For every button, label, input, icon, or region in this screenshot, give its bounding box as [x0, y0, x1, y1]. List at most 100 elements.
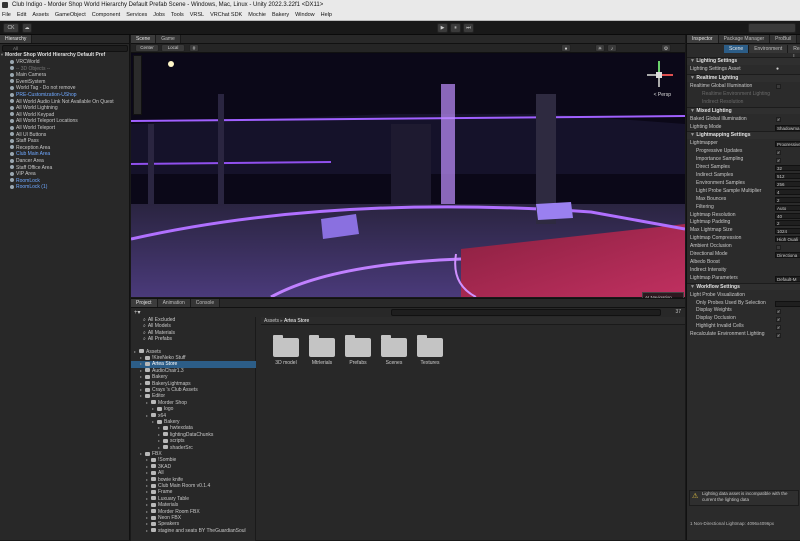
- menu-component[interactable]: Component: [92, 12, 120, 18]
- subtab-scene[interactable]: Scene: [724, 45, 750, 53]
- checkbox[interactable]: [776, 84, 781, 90]
- value-field[interactable]: 256: [775, 180, 800, 187]
- step-button[interactable]: ⏭: [463, 23, 474, 33]
- gizmos-icon[interactable]: ⚙: [661, 44, 671, 52]
- menu-vrsl[interactable]: VRSL: [190, 12, 204, 18]
- play-button[interactable]: ▶: [437, 23, 448, 33]
- pivot-local-dropdown[interactable]: Local: [161, 44, 185, 52]
- property-row[interactable]: Lightmap Padding 2: [687, 219, 800, 227]
- value-field[interactable]: [775, 300, 800, 307]
- light-icon[interactable]: ☀: [595, 44, 605, 52]
- hierarchy-item[interactable]: All World Teleport: [0, 125, 130, 132]
- subtab-realtime[interactable]: Realtime L: [788, 45, 800, 60]
- tab-game[interactable]: Game: [156, 35, 181, 43]
- property-row[interactable]: Light Probe Visualization: [687, 292, 800, 300]
- property-row[interactable]: Max Lightmap Size 1024: [687, 227, 800, 235]
- hierarchy-item[interactable]: World Tag - Do not remove: [0, 85, 130, 92]
- property-row[interactable]: Direct Samples 32: [687, 164, 800, 172]
- property-row[interactable]: Realtime Global Illumination: [687, 83, 800, 91]
- tab-probuilder[interactable]: ProBuil: [770, 35, 798, 43]
- section-header[interactable]: ▼ Lighting Settings: [687, 57, 800, 65]
- hierarchy-item[interactable]: EventSystem: [0, 79, 130, 86]
- menu-file[interactable]: File: [2, 12, 11, 18]
- folder-tree-item[interactable]: ▸ stagine and seats BY TheGuardianSoul: [131, 528, 256, 534]
- checkbox[interactable]: ✓: [776, 316, 781, 322]
- value-field[interactable]: High Quali: [775, 236, 800, 243]
- hierarchy-item[interactable]: All UI Buttons: [0, 132, 130, 139]
- value-field[interactable]: Shadowma: [775, 124, 800, 131]
- favorite-search-item[interactable]: ⌕ All Prefabs: [131, 336, 256, 342]
- value-field[interactable]: 2: [775, 196, 800, 203]
- property-row[interactable]: Indirect Resolution: [687, 99, 800, 107]
- menu-mochie[interactable]: Mochie: [248, 12, 266, 18]
- property-row[interactable]: Importance Sampling ✓: [687, 156, 800, 164]
- property-row[interactable]: Lightmap Compression High Quali: [687, 235, 800, 243]
- property-row[interactable]: Ambient Occlusion: [687, 243, 800, 251]
- checkbox[interactable]: ✓: [776, 332, 781, 338]
- value-field[interactable]: 40: [775, 212, 800, 219]
- value-text[interactable]: ●: [776, 66, 779, 74]
- hierarchy-item[interactable]: All World Lightning: [0, 105, 130, 112]
- scene-view[interactable]: Scene Game Center Local # ● ☀ ♪ ⚙ < Pers…: [131, 35, 685, 330]
- hierarchy-item[interactable]: Dancer Area: [0, 158, 130, 165]
- property-row[interactable]: Highlight Invalid Cells ✓: [687, 323, 800, 331]
- hierarchy-item[interactable]: -- 3D Objects --: [0, 66, 130, 73]
- property-row[interactable]: Indirect Samples 512: [687, 172, 800, 180]
- breadcrumb-artea-store[interactable]: Artea Store: [284, 318, 309, 324]
- tab-project[interactable]: Project: [131, 299, 158, 307]
- property-row[interactable]: Display Occlusion ✓: [687, 315, 800, 323]
- property-row[interactable]: Lightmap Parameters Default-M: [687, 275, 800, 283]
- hierarchy-item[interactable]: VRCWorld: [0, 59, 130, 66]
- checkbox[interactable]: ✓: [776, 149, 781, 155]
- value-field[interactable]: Auto: [775, 204, 800, 211]
- hierarchy-search-input[interactable]: All: [2, 45, 128, 52]
- property-row[interactable]: Environment Samples 256: [687, 180, 800, 188]
- property-row[interactable]: Lightmapper Progressive: [687, 140, 800, 148]
- property-row[interactable]: Lighting Mode Shadowma: [687, 124, 800, 132]
- property-row[interactable]: Recalculate Environment Lighting ✓: [687, 331, 800, 339]
- value-field[interactable]: 512: [775, 173, 800, 179]
- property-row[interactable]: Albedo Boost: [687, 259, 800, 267]
- tab-package-manager[interactable]: Package Manager: [718, 35, 771, 43]
- hierarchy-item[interactable]: RoomLock (1): [0, 184, 130, 191]
- checkbox[interactable]: ✓: [776, 157, 781, 163]
- pivot-center-dropdown[interactable]: Center: [135, 44, 159, 52]
- menu-assets[interactable]: Assets: [32, 12, 49, 18]
- menu-window[interactable]: Window: [295, 12, 315, 18]
- menu-tools[interactable]: Tools: [171, 12, 184, 18]
- hierarchy-item[interactable]: Main Camera: [0, 72, 130, 79]
- property-row[interactable]: Only Probes Used By Selection: [687, 300, 800, 308]
- shading-icon[interactable]: ●: [561, 44, 571, 52]
- hierarchy-item[interactable]: PRE-Customization-UShop: [0, 92, 130, 99]
- value-field[interactable]: 2: [775, 220, 800, 227]
- hierarchy-scene-root[interactable]: ▼Morder Shop World Hierarchy Default Pre…: [0, 52, 130, 59]
- hierarchy-item[interactable]: All World Keypad: [0, 112, 130, 119]
- menu-edit[interactable]: Edit: [17, 12, 26, 18]
- folder-item[interactable]: Scenes: [379, 334, 409, 366]
- pause-button[interactable]: ⏸: [450, 23, 461, 33]
- checkbox[interactable]: [776, 244, 781, 250]
- grid-icon[interactable]: #: [189, 44, 199, 52]
- section-header[interactable]: ▼ Realtime Lighting: [687, 73, 800, 82]
- value-field[interactable]: Default-M: [775, 275, 800, 282]
- value-field[interactable]: 1024: [775, 228, 800, 235]
- property-row[interactable]: Indirect Intensity: [687, 267, 800, 275]
- hierarchy-item[interactable]: VIP Area: [0, 171, 130, 178]
- account-button[interactable]: CK: [3, 23, 19, 33]
- tab-console[interactable]: Console: [190, 299, 221, 307]
- property-row[interactable]: Display Weights ✓: [687, 307, 800, 315]
- section-header[interactable]: ▼ Mixed Lighting: [687, 106, 800, 115]
- orientation-gizmo[interactable]: [639, 55, 679, 95]
- menu-services[interactable]: Services: [126, 12, 147, 18]
- checkbox[interactable]: ✓: [776, 324, 781, 330]
- property-row[interactable]: Realtime Environment Lighting: [687, 91, 800, 99]
- checkbox[interactable]: ✓: [776, 117, 781, 123]
- tab-hierarchy[interactable]: Hierarchy: [0, 35, 33, 43]
- breadcrumb-assets[interactable]: Assets: [264, 318, 279, 324]
- checkbox[interactable]: ✓: [776, 308, 781, 314]
- persp-label[interactable]: < Persp: [654, 92, 671, 98]
- property-row[interactable]: Filtering Auto: [687, 204, 800, 212]
- subtab-environment[interactable]: Environment: [749, 45, 789, 53]
- property-row[interactable]: Directional Mode Directiona: [687, 251, 800, 259]
- folder-item[interactable]: 3D model: [271, 334, 301, 366]
